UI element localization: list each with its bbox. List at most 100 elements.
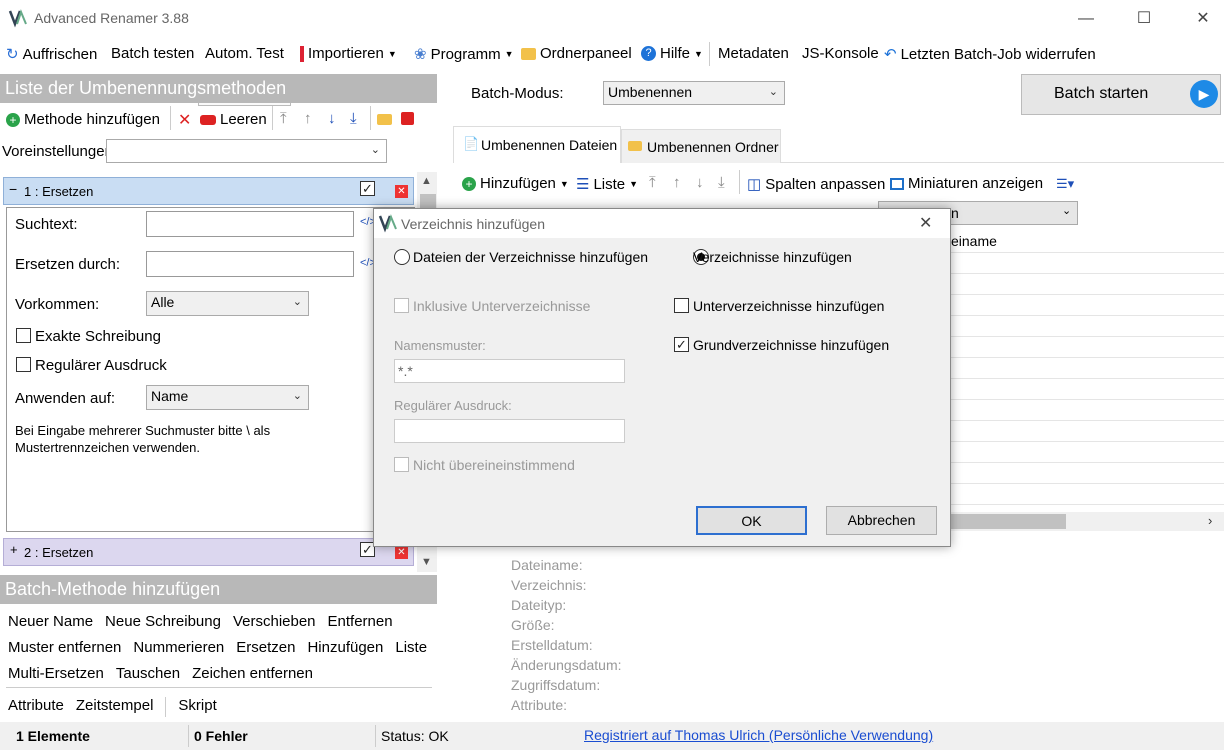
batch-mode-select[interactable]: Umbenennen ⌄ [603,81,785,105]
scroll-down-icon[interactable]: ▼ [421,556,432,568]
regex-checkbox[interactable] [16,357,31,372]
help-icon: ? [641,46,656,61]
regex-label: Regulärer Ausdruck [35,357,167,374]
batch-mode-label: Batch-Modus: [471,85,564,102]
occurrence-value: Alle [151,294,175,310]
method-type-link[interactable]: Verschieben [233,613,316,630]
add-sub-checkbox[interactable] [674,298,689,313]
undo-batch-button[interactable]: ↶ Letzten Batch-Job widerrufen [884,45,1096,64]
grid-row-line [951,399,1224,400]
method-type-link[interactable]: Zeichen entfernen [192,665,313,682]
open-folder-icon[interactable] [377,114,392,125]
method-type-link[interactable]: Attribute [8,697,64,717]
scroll-up-icon[interactable]: ▲ [421,175,432,187]
search-input[interactable] [146,211,354,237]
tab-files-label: Umbenennen Dateien [481,137,618,153]
dialog-regex-label: Regulärer Ausdruck: [394,398,512,413]
js-console-button[interactable]: JS-Konsole [802,45,879,62]
move-up-icon[interactable]: ↑ [673,174,681,191]
thumbnails-button[interactable]: Miniaturen anzeigen [890,175,1043,192]
method-type-link[interactable]: Tauschen [116,665,180,682]
title-bar: Advanced Renamer 3.88 — ☐ ✕ [0,0,1224,38]
toolbar-divider [170,106,171,130]
occurrence-label: Vorkommen: [15,296,100,313]
apply-select[interactable]: Name ⌄ [146,385,309,410]
move-top-icon[interactable]: ⤒ [280,110,287,127]
collapse-icon[interactable]: − [9,181,17,197]
fit-columns-button[interactable]: ◫ Spalten anpassen [747,175,885,194]
method-type-link[interactable]: Neue Schreibung [105,613,221,630]
move-up-icon[interactable]: ↑ [304,110,312,127]
cancel-button[interactable]: Abbrechen [826,506,937,535]
registration-link[interactable]: Registriert auf Thomas Ulrich (Persönlic… [584,721,933,749]
file-info-label: Erstelldatum: [511,637,593,653]
grid-row-line [951,504,1224,505]
method-type-link[interactable]: Hinzufügen [307,639,383,656]
move-top-icon[interactable]: ⤒ [649,174,656,191]
method-1-title: 1 : Ersetzen [24,184,94,199]
methods-row-3: Multi-Ersetzen Tauschen Zeichen entfernen [8,665,313,682]
add-method-label: Methode hinzufügen [24,111,160,128]
add-files-button[interactable]: + Hinzufügen ▼ [462,175,569,192]
program-label: Programm [430,45,501,63]
method-type-link[interactable]: Entfernen [328,613,393,630]
delete-icon[interactable]: ✕ [178,110,191,130]
presets-select[interactable]: ⌄ [106,139,387,163]
method-type-link[interactable]: Muster entfernen [8,639,121,656]
method-type-link[interactable]: Liste [395,639,427,656]
move-down-icon[interactable]: ↓ [696,174,704,191]
include-sub-checkbox[interactable] [394,298,409,313]
method-type-link[interactable]: Zeitstempel [76,697,154,717]
methods-row-4: Attribute Zeitstempel Skript [8,697,217,717]
files-radio-label: Dateien der Verzeichnisse hinzufügen [413,249,649,265]
method-type-link[interactable]: Ersetzen [236,639,295,656]
scroll-right-icon[interactable]: › [1208,513,1212,528]
chevron-down-icon: ⌄ [768,86,778,98]
hscroll-thumb[interactable] [951,514,1066,529]
add-base-checkbox[interactable] [674,337,689,352]
grid-row-line [951,357,1224,358]
exact-label: Exakte Schreibung [35,328,161,345]
add-method-button[interactable]: + Methode hinzufügen [6,111,160,128]
save-icon[interactable] [401,112,414,125]
dialog-title: Verzeichnis hinzufügen [401,216,545,232]
ok-button[interactable]: OK [696,506,807,535]
close-icon[interactable]: ✕ [1188,8,1218,30]
expand-icon[interactable]: + [10,542,18,557]
batch-test-button[interactable]: Batch testen [111,45,194,62]
refresh-button[interactable]: ↻ Auffrischen [6,45,97,64]
move-bottom-icon[interactable]: ⤓ [718,174,725,191]
grid-row-line [951,441,1224,442]
add-files-label: Hinzufügen [480,175,556,192]
occurrence-select[interactable]: Alle ⌄ [146,291,309,316]
dialog-regex-input[interactable] [394,419,625,443]
remove-method-icon[interactable]: ✕ [395,185,408,198]
help-button[interactable]: ? Hilfe ▼ [641,45,703,62]
folder-panel-button[interactable]: Ordnerpaneel [521,45,632,62]
maximize-icon[interactable]: ☐ [1129,8,1159,30]
not-match-checkbox[interactable] [394,457,409,472]
import-button[interactable]: Importieren ▼ [300,45,397,62]
move-bottom-icon[interactable]: ⤓ [350,110,357,127]
method-1-enabled-checkbox[interactable] [360,181,375,196]
files-radio[interactable] [394,249,410,265]
dialog-close-icon[interactable]: ✕ [919,213,932,233]
program-button[interactable]: ❀ Programm ▼ [414,45,514,64]
method-type-link[interactable]: Nummerieren [133,639,224,656]
method-type-link[interactable]: Neuer Name [8,613,93,630]
list-button[interactable]: ☰ Liste ▼ [576,175,638,194]
method-type-link[interactable]: Skript [178,697,216,717]
minimize-icon[interactable]: — [1071,8,1101,30]
metadata-button[interactable]: Metadaten [718,45,789,62]
clear-button[interactable]: Leeren [200,111,267,128]
remove-method-icon[interactable]: ✕ [395,546,408,559]
file-info-label: Verzeichnis: [511,577,587,593]
chevron-down-icon: ⌄ [292,390,302,402]
method-type-link[interactable]: Multi-Ersetzen [8,665,104,682]
move-down-icon[interactable]: ↓ [328,110,336,127]
replace-input[interactable] [146,251,354,277]
exact-checkbox[interactable] [16,328,31,343]
auto-test-button[interactable]: Autom. Test [205,45,284,62]
pattern-input[interactable]: *.* [394,359,625,383]
view-options-icon[interactable]: ☰▾ [1056,176,1074,192]
